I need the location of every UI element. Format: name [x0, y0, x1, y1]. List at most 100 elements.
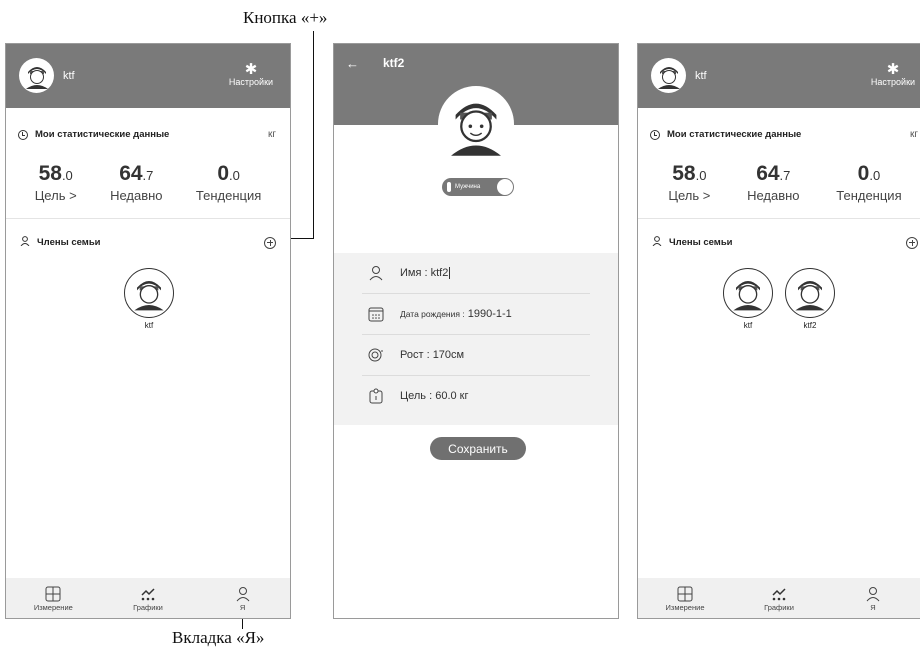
stat-label: Недавно — [110, 188, 163, 203]
person-icon — [20, 236, 30, 249]
member-name: ktf — [743, 321, 753, 330]
member-avatar-icon — [723, 268, 773, 318]
height-field[interactable]: Рост : 170см — [362, 335, 590, 376]
name-field[interactable]: Имя : ktf2 — [362, 253, 590, 294]
toggle-knob — [497, 179, 513, 195]
stat-decimal: .7 — [779, 168, 791, 183]
stat-trend: 0.0 Тенденция — [196, 162, 261, 203]
birthdate-field[interactable]: Дата рождения : 1990-1-1 — [362, 294, 590, 335]
stat-value: 0 — [217, 162, 230, 185]
field-value: ktf2 — [430, 267, 449, 279]
stat-decimal: .7 — [142, 168, 154, 183]
tab-measurement[interactable]: Измерение — [655, 585, 715, 612]
tab-label: Графики — [133, 602, 163, 612]
tab-label: Измерение — [665, 602, 705, 612]
screen-profile-before: ktf ✱ Настройки Мои статистические данны… — [5, 43, 291, 619]
annotation-leader-line — [313, 31, 314, 239]
stat-label: Цель > — [34, 188, 77, 203]
stat-value: 0 — [857, 162, 870, 185]
tab-label: Я — [870, 602, 876, 612]
stat-label: Цель > — [668, 188, 711, 203]
family-title: Члены семьи — [37, 237, 101, 248]
grid-icon — [655, 585, 715, 603]
divider — [638, 218, 920, 219]
family-member[interactable]: ktf — [721, 268, 775, 330]
person-icon — [843, 585, 903, 603]
stat-value: 64 — [119, 162, 143, 185]
member-name: ktf — [144, 321, 154, 330]
profile-avatar[interactable] — [438, 86, 514, 162]
field-value: 1990-1-1 — [467, 308, 512, 320]
stat-label: Тенденция — [836, 188, 902, 203]
stat-recent: 64.7 Недавно — [747, 162, 799, 203]
stat-recent: 64.7 Недавно — [110, 162, 162, 203]
profile-header: ktf ✱ Настройки — [638, 44, 920, 108]
screen-add-member: ← ktf2 Мужчина Имя : ktf2 Дата рождения … — [333, 43, 619, 619]
stat-goal[interactable]: 58.0 Цель > — [668, 162, 710, 203]
gender-label: Мужчина — [455, 184, 481, 190]
settings-button[interactable]: ✱ Настройки — [866, 62, 920, 87]
family-title: Члены семьи — [669, 237, 733, 248]
avatar[interactable] — [651, 58, 686, 93]
stat-goal[interactable]: 58.0 Цель > — [35, 162, 77, 203]
field-label: Имя : — [400, 267, 428, 279]
user-avatar-icon — [22, 61, 51, 90]
tab-charts[interactable]: Графики — [118, 585, 178, 612]
form-area: Имя : ktf2 Дата рождения : 1990-1-1 Рост… — [334, 253, 618, 425]
stat-label: Тенденция — [195, 188, 262, 203]
tab-label: Измерение — [33, 602, 73, 612]
tab-measurement[interactable]: Измерение — [23, 585, 83, 612]
page-title: ktf2 — [383, 56, 405, 70]
clock-icon — [18, 129, 28, 140]
stats-row: 58.0 Цель > 64.7 Недавно 0.0 Тенденция — [638, 162, 920, 203]
back-arrow-icon[interactable]: ← — [346, 56, 359, 71]
member-avatar-icon — [124, 268, 174, 318]
calendar-icon — [362, 307, 390, 322]
unit-label: кг — [267, 129, 276, 140]
tab-me[interactable]: Я — [843, 585, 903, 612]
family-title-row: Члены семьи — [20, 236, 276, 249]
family-member[interactable]: ktf — [122, 268, 176, 330]
tab-bar: Измерение Графики Я — [6, 578, 290, 618]
user-avatar-icon — [654, 61, 683, 90]
avatar[interactable] — [19, 58, 54, 93]
settings-label: Настройки — [870, 77, 916, 87]
save-button[interactable]: Сохранить — [430, 437, 526, 460]
family-member[interactable]: ktf2 — [783, 268, 837, 330]
gear-icon: ✱ — [886, 61, 900, 78]
grid-icon — [23, 585, 83, 603]
tab-charts[interactable]: Графики — [749, 585, 809, 612]
male-icon — [447, 182, 451, 192]
tab-me[interactable]: Я — [213, 585, 273, 612]
annotation-me-tab: Вкладка «Я» — [172, 628, 265, 647]
person-icon — [652, 236, 662, 249]
username: ktf — [63, 70, 75, 82]
tab-label: Я — [239, 602, 246, 612]
profile-header: ktf ✱ Настройки — [6, 44, 290, 108]
field-label: Цель : — [400, 390, 433, 402]
stat-decimal: .0 — [869, 168, 881, 183]
gender-toggle[interactable]: Мужчина — [442, 178, 514, 196]
add-member-button[interactable] — [906, 236, 918, 249]
field-value: 60.0 кг — [435, 390, 469, 402]
add-member-button[interactable] — [264, 236, 276, 249]
settings-label: Настройки — [228, 77, 274, 87]
stat-value: 64 — [756, 162, 780, 185]
goal-field[interactable]: Цель : 60.0 кг — [362, 376, 590, 416]
stat-label: Недавно — [747, 188, 800, 203]
stat-value: 58 — [38, 162, 62, 185]
field-value: 170см — [432, 349, 465, 361]
scale-icon — [362, 388, 390, 404]
tab-label: Графики — [764, 602, 794, 612]
screen-profile-after: ktf ✱ Настройки Мои статистические данны… — [637, 43, 920, 619]
stat-trend: 0.0 Тенденция — [836, 162, 901, 203]
settings-button[interactable]: ✱ Настройки — [224, 62, 278, 87]
stats-title: Мои статистические данные — [667, 129, 802, 140]
annotation-plus-button: Кнопка «+» — [243, 8, 328, 27]
chart-icon — [749, 585, 809, 603]
user-avatar-icon — [451, 103, 501, 156]
tab-bar: Измерение Графики Я — [638, 578, 920, 618]
stat-decimal: .0 — [229, 168, 240, 183]
stats-title-row: Мои статистические данные кг — [650, 129, 918, 140]
stat-decimal: .0 — [695, 168, 707, 183]
